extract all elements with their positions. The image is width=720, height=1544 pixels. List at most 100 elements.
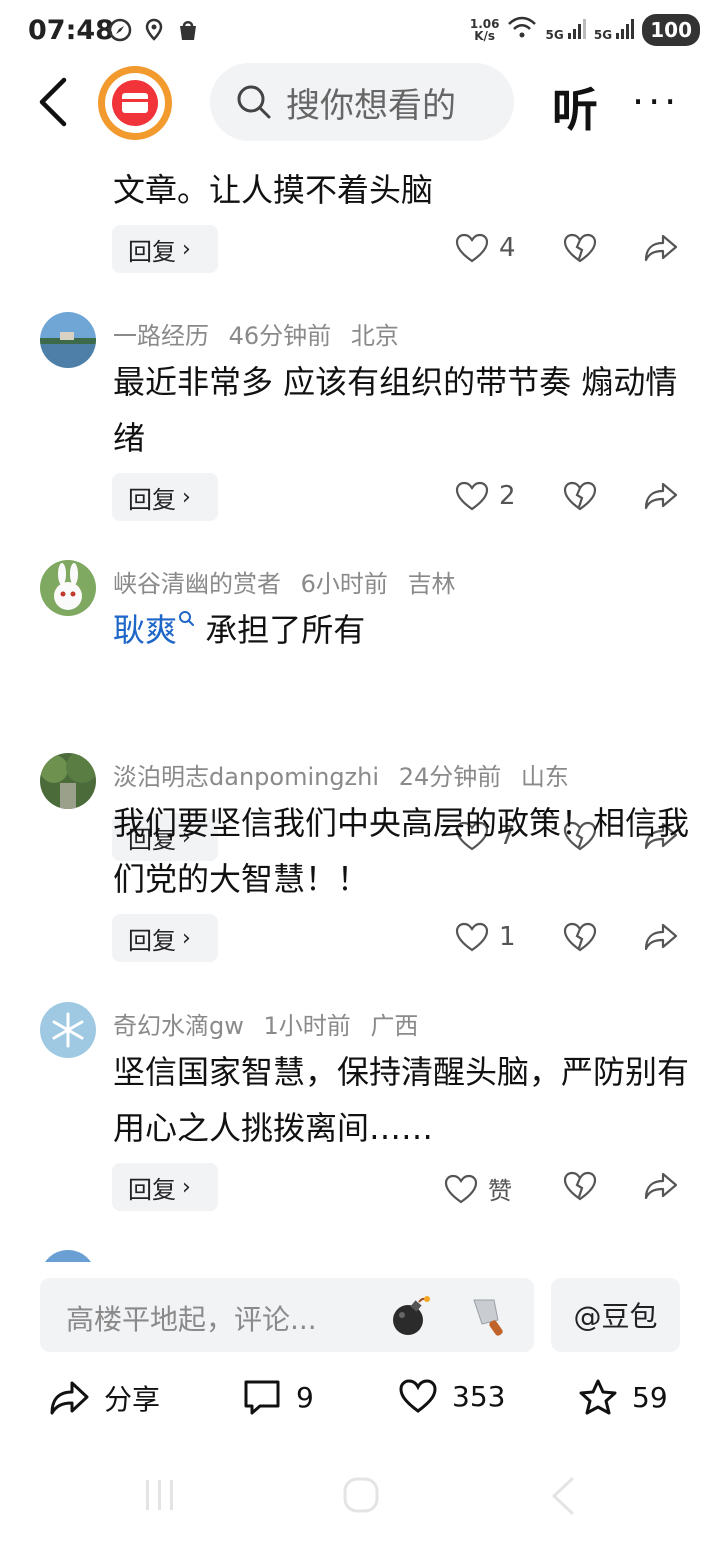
bomb-icon[interactable] xyxy=(388,1294,432,1342)
search-icon xyxy=(237,85,271,119)
reply-button[interactable]: 回复 › xyxy=(112,225,218,273)
broken-heart-icon xyxy=(563,1171,597,1201)
like-button[interactable]: 1 xyxy=(455,922,516,952)
avatar[interactable] xyxy=(40,312,96,368)
search-placeholder: 搜你想看的 xyxy=(286,85,456,126)
search-icon xyxy=(179,611,195,626)
wifi-icon xyxy=(507,16,537,44)
comment-input-placeholder: 高楼平地起，评论... xyxy=(66,1303,317,1336)
home-button[interactable] xyxy=(342,1476,380,1518)
ai-assistant-button[interactable]: @豆包 xyxy=(551,1278,680,1352)
star-icon xyxy=(579,1379,617,1415)
avatar[interactable] xyxy=(40,753,96,809)
dislike-button[interactable] xyxy=(563,1171,597,1205)
share-button[interactable] xyxy=(643,481,679,515)
dislike-button[interactable] xyxy=(563,481,597,515)
recent-apps-icon xyxy=(146,1480,173,1510)
like-button[interactable]: 2 xyxy=(455,481,516,511)
heart-icon xyxy=(455,922,489,952)
comment-meta: 淡泊明志danpomingzhi 24分钟前 山东 xyxy=(113,757,581,792)
comment-time: 6小时前 xyxy=(300,570,388,598)
reply-button[interactable]: 回复 › xyxy=(112,473,218,521)
battery-indicator: 100 xyxy=(642,14,700,46)
home-icon xyxy=(343,1477,379,1513)
comment-text: 最近非常多 应该有组织的带节奏 煽动情绪 xyxy=(113,363,678,457)
broken-heart-icon xyxy=(563,481,597,511)
network-speed: 1.06 K/s xyxy=(469,17,500,43)
signal-bars-icon xyxy=(616,18,635,39)
system-navigation-bar xyxy=(0,1470,720,1520)
comment-meta: 一路经历 46分钟前 北京 xyxy=(113,316,411,351)
share-button[interactable] xyxy=(643,922,679,956)
share-button[interactable] xyxy=(643,1171,679,1205)
system-back-button[interactable] xyxy=(548,1476,578,1520)
share-arrow-icon xyxy=(644,234,678,262)
share-arrow-icon xyxy=(644,1172,678,1200)
chevron-right-icon: › xyxy=(182,925,191,951)
comment-location: 广西 xyxy=(370,1012,419,1040)
username[interactable]: 淡泊明志danpomingzhi xyxy=(113,763,379,791)
broken-heart-icon xyxy=(563,233,597,263)
like-button[interactable]: 4 xyxy=(455,233,516,263)
broken-heart-icon xyxy=(563,922,597,952)
reply-button[interactable]: 回复 › xyxy=(112,1163,218,1211)
status-time: 07:48 xyxy=(28,15,114,46)
recent-apps-button[interactable] xyxy=(142,1478,178,1516)
share-arrow-icon xyxy=(644,923,678,951)
share-arrow-icon xyxy=(644,482,678,510)
username[interactable]: 奇幻水滴gw xyxy=(113,1012,244,1040)
heart-icon xyxy=(399,1379,437,1413)
cleaver-icon[interactable] xyxy=(468,1294,512,1342)
heart-icon xyxy=(455,233,489,263)
compass-icon xyxy=(108,18,132,42)
chevron-left-icon xyxy=(39,77,67,127)
heart-icon xyxy=(455,481,489,511)
like-action[interactable]: 353 xyxy=(398,1378,505,1414)
comment-bubble-icon xyxy=(244,1380,280,1415)
comment-meta: 峡谷清幽的赏者 6小时前 吉林 xyxy=(113,564,468,599)
location-icon xyxy=(142,18,166,42)
signal-5g-1: 5G xyxy=(545,18,586,42)
comment-text: 我们要坚信我们中央高层的政策！相信我们党的大智慧！！ xyxy=(113,804,690,898)
dislike-button[interactable] xyxy=(563,922,597,956)
dislike-button[interactable] xyxy=(563,233,597,267)
comment-location: 北京 xyxy=(350,322,399,350)
comment-input[interactable]: 高楼平地起，评论... xyxy=(40,1278,534,1352)
chevron-right-icon: › xyxy=(182,1174,191,1200)
username[interactable]: 一路经历 xyxy=(113,322,209,350)
back-button[interactable] xyxy=(34,76,74,128)
comment-text: 文章。让人摸不着头脑 xyxy=(113,171,434,209)
like-button[interactable]: 赞 xyxy=(444,1171,512,1206)
comment-time: 1小时前 xyxy=(263,1012,351,1040)
chevron-right-icon: › xyxy=(182,484,191,510)
signal-5g-2: 5G xyxy=(594,18,635,42)
comment-action[interactable]: 9 xyxy=(242,1378,314,1416)
favorite-action[interactable]: 59 xyxy=(578,1378,668,1416)
top-nav: 搜你想看的 听 ··· xyxy=(0,60,720,144)
chevron-right-icon: › xyxy=(182,236,191,262)
search-box[interactable]: 搜你想看的 xyxy=(210,63,514,141)
comment-text: 坚信国家智慧，保持清醒头脑，严防别有用心之人挑拨离间…… xyxy=(113,1053,690,1147)
bottom-action-bar: 分享 9 353 59 xyxy=(0,1370,720,1430)
share-arrow-icon xyxy=(50,1381,89,1415)
comment-list: 文章。让人摸不着头脑 回复 › 4 一路经历 46分钟前 北京 最近非常多 应该… xyxy=(0,148,720,1262)
heart-icon xyxy=(444,1174,478,1203)
comment-location: 山东 xyxy=(520,763,569,791)
app-logo[interactable] xyxy=(98,66,172,140)
avatar[interactable] xyxy=(40,1250,96,1262)
reply-button[interactable]: 回复 › xyxy=(112,914,218,962)
comment-time: 46分钟前 xyxy=(228,322,332,350)
mention-link[interactable]: 耿爽 xyxy=(113,611,195,649)
share-button[interactable] xyxy=(643,233,679,267)
comment-time: 24分钟前 xyxy=(398,763,502,791)
comment-meta: 奇幻水滴gw 1小时前 广西 xyxy=(113,1006,430,1041)
more-button[interactable]: ··· xyxy=(632,80,680,124)
chevron-left-icon xyxy=(551,1477,574,1515)
avatar[interactable] xyxy=(40,1002,96,1058)
username[interactable]: 峡谷清幽的赏者 xyxy=(113,570,281,598)
comment-location: 吉林 xyxy=(407,570,456,598)
listen-button[interactable]: 听 xyxy=(552,74,598,140)
avatar[interactable] xyxy=(40,560,96,616)
status-bar: 07:48 1.06 K/s 5G 5G 100 xyxy=(0,0,720,60)
share-action[interactable]: 分享 xyxy=(48,1378,160,1418)
